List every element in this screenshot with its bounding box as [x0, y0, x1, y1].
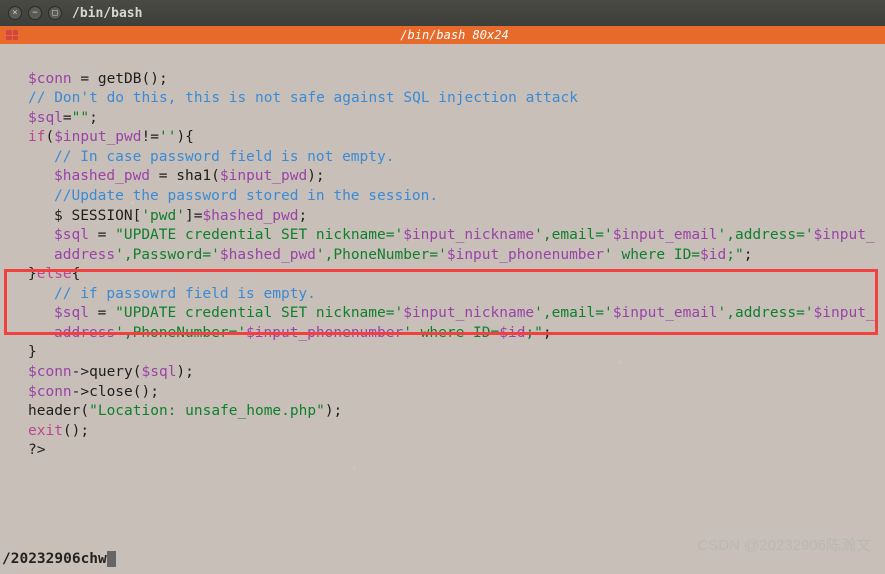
- statusbar: /bin/bash 80x24: [0, 26, 885, 44]
- window-controls: × − □: [8, 6, 62, 20]
- code-line: ?>: [2, 441, 883, 461]
- close-icon[interactable]: ×: [8, 6, 22, 20]
- code-line: $conn = getDB();: [2, 70, 883, 90]
- code-line: // Don't do this, this is not safe again…: [2, 89, 883, 109]
- status-center: /bin/bash 80x24: [24, 28, 885, 42]
- code-line: if($input_pwd!=''){: [2, 128, 883, 148]
- code-line: $conn->query($sql);: [2, 363, 883, 383]
- code-line: $sql="";: [2, 109, 883, 129]
- code-line: exit();: [2, 422, 883, 442]
- pane-indicator-icon: [0, 26, 24, 44]
- code-line: $sql = "UPDATE credential SET nickname='…: [2, 226, 883, 265]
- command-line[interactable]: /20232906chw: [2, 550, 116, 570]
- code-line: // In case password field is not empty.: [2, 148, 883, 168]
- code-line: $sql = "UPDATE credential SET nickname='…: [2, 304, 883, 343]
- editor-area[interactable]: $conn = getDB(); // Don't do this, this …: [0, 44, 885, 574]
- code-line: $hashed_pwd = sha1($input_pwd);: [2, 167, 883, 187]
- maximize-icon[interactable]: □: [48, 6, 62, 20]
- code-line: }: [2, 343, 883, 363]
- code-line: //Update the password stored in the sess…: [2, 187, 883, 207]
- code-line: $conn->close();: [2, 383, 883, 403]
- code-line: // if passowrd field is empty.: [2, 285, 883, 305]
- cursor-icon: [107, 551, 116, 567]
- watermark: CSDN @20232906陈瀚文: [697, 536, 871, 556]
- code-line: header("Location: unsafe_home.php");: [2, 402, 883, 422]
- code-line: }else{: [2, 265, 883, 285]
- minimize-icon[interactable]: −: [28, 6, 42, 20]
- window-title: /bin/bash: [72, 6, 142, 21]
- titlebar: × − □ /bin/bash: [0, 0, 885, 26]
- code-line: [2, 50, 883, 70]
- code-line: $ SESSION['pwd']=$hashed_pwd;: [2, 207, 883, 227]
